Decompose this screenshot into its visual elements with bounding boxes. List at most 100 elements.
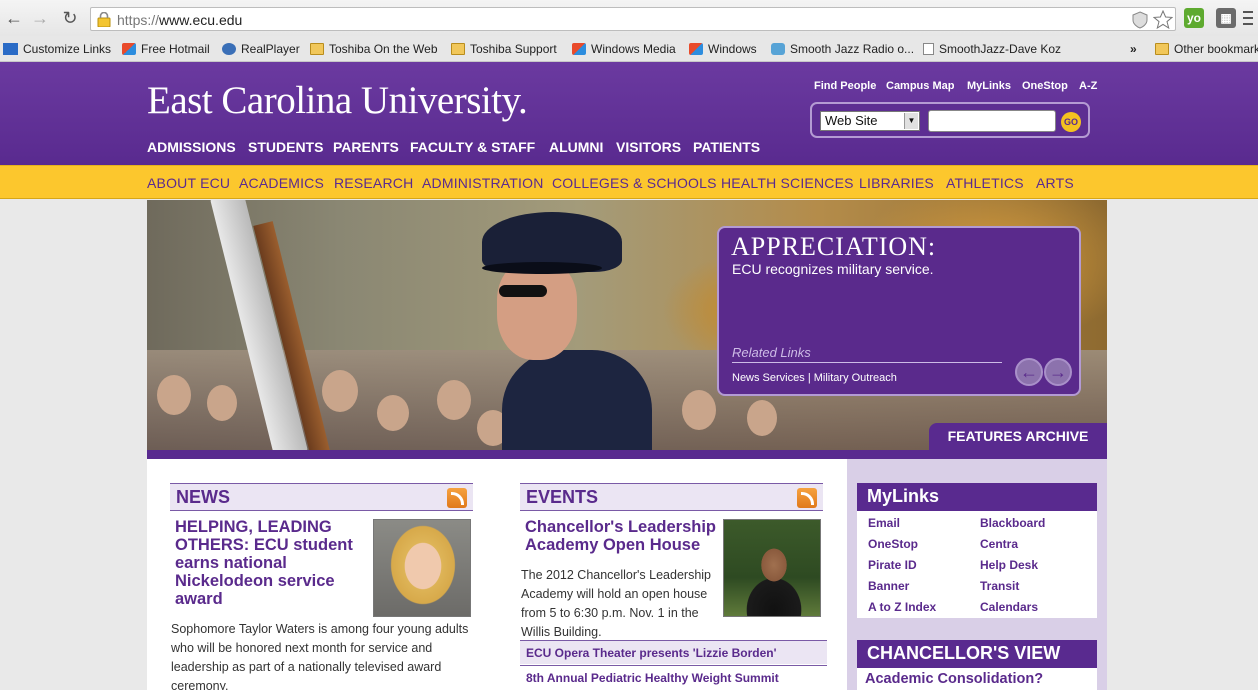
- reload-icon[interactable]: ↻: [60, 8, 80, 28]
- events-photo[interactable]: [723, 519, 821, 617]
- mylink-onestop[interactable]: OneStop: [868, 537, 918, 551]
- mylink-banner[interactable]: Banner: [868, 579, 909, 593]
- site-header: East Carolina University. ADMISSIONS STU…: [0, 62, 1258, 166]
- search-box: Web Site ▼ GO: [810, 102, 1090, 138]
- util-find-people[interactable]: Find People: [814, 80, 876, 92]
- bookmark-realplayer[interactable]: RealPlayer: [222, 40, 300, 58]
- nav-parents[interactable]: PARENTS: [333, 139, 399, 155]
- events-heading[interactable]: EVENTS: [526, 487, 598, 508]
- bookmark-toshiba-web[interactable]: Toshiba On the Web: [310, 40, 438, 58]
- nav-alumni[interactable]: ALUMNI: [549, 139, 603, 155]
- ie-icon: [572, 43, 586, 55]
- nav-about-ecu[interactable]: ABOUT ECU: [147, 175, 230, 191]
- bookmark-star-icon[interactable]: [1153, 10, 1173, 29]
- folder-icon: [1155, 43, 1169, 55]
- mylink-email[interactable]: Email: [868, 516, 900, 530]
- bookmark-windows-media[interactable]: Windows Media: [572, 40, 676, 58]
- bookmark-windows[interactable]: Windows: [689, 40, 757, 58]
- wrench-icon[interactable]: [1240, 9, 1256, 27]
- rss-icon[interactable]: [797, 488, 817, 508]
- nav-libraries[interactable]: LIBRARIES: [859, 175, 934, 191]
- util-onestop[interactable]: OneStop: [1022, 80, 1068, 92]
- url-text: https://www.ecu.edu: [117, 12, 243, 28]
- forward-arrow-icon[interactable]: →: [30, 8, 50, 28]
- bookmarks-overflow-chevron[interactable]: »: [1130, 40, 1137, 58]
- bookmark-other-bookmarks[interactable]: Other bookmarks: [1155, 40, 1258, 58]
- mylinks-panel: MyLinks Email OneStop Pirate ID Banner A…: [857, 483, 1097, 618]
- search-input[interactable]: [928, 110, 1056, 132]
- util-a-z[interactable]: A-Z: [1079, 80, 1097, 92]
- back-arrow-icon[interactable]: ←: [4, 8, 24, 28]
- mylink-transit[interactable]: Transit: [980, 579, 1019, 593]
- puzzle-extension-icon[interactable]: ▦: [1216, 8, 1236, 28]
- mylink-a-to-z-index[interactable]: A to Z Index: [868, 600, 936, 614]
- radio-icon: [771, 43, 785, 55]
- shield-icon[interactable]: [1132, 11, 1148, 29]
- nav-colleges-schools[interactable]: COLLEGES & SCHOOLS: [552, 175, 717, 191]
- search-scope-select[interactable]: Web Site ▼: [820, 111, 920, 131]
- lock-icon: [97, 12, 111, 27]
- address-bar[interactable]: https://www.ecu.edu: [90, 7, 1176, 31]
- nav-academics[interactable]: ACADEMICS: [239, 175, 324, 191]
- bookmark-toshiba-support[interactable]: Toshiba Support: [451, 40, 557, 58]
- rss-icon[interactable]: [447, 488, 467, 508]
- browser-toolbar: ← → ↻ https://www.ecu.edu yo ▦: [0, 0, 1258, 36]
- nav-patients[interactable]: PATIENTS: [693, 139, 760, 155]
- util-campus-map[interactable]: Campus Map: [886, 80, 954, 92]
- chevron-down-icon: ▼: [904, 113, 918, 129]
- mylink-pirate-id[interactable]: Pirate ID: [868, 558, 917, 572]
- news-body: Sophomore Taylor Waters is among four yo…: [171, 622, 469, 690]
- mylink-centra[interactable]: Centra: [980, 537, 1018, 551]
- feature-subtitle[interactable]: ECU recognizes military service.: [732, 261, 934, 277]
- bookmark-smooth-jazz-radio[interactable]: Smooth Jazz Radio o...: [771, 40, 914, 58]
- chancellors-view-heading[interactable]: CHANCELLOR'S VIEW: [857, 640, 1097, 668]
- bookmarks-bar: Customize Links Free Hotmail RealPlayer …: [0, 36, 1258, 62]
- related-links-label: Related Links: [732, 345, 811, 360]
- news-section-header: NEWS: [170, 483, 473, 511]
- folder-icon: [310, 43, 324, 55]
- feature-caption-box: APPRECIATION: ECU recognizes military se…: [717, 226, 1081, 396]
- features-archive-button[interactable]: FEATURES ARCHIVE: [929, 423, 1107, 450]
- nav-health-sciences[interactable]: HEALTH SCIENCES: [721, 175, 854, 191]
- nav-admissions[interactable]: ADMISSIONS: [147, 139, 236, 155]
- related-links: News Services | Military Outreach: [732, 372, 897, 384]
- mylink-blackboard[interactable]: Blackboard: [980, 516, 1045, 530]
- nav-administration[interactable]: ADMINISTRATION: [422, 175, 544, 191]
- yo-extension-icon[interactable]: yo: [1184, 8, 1204, 28]
- events-section-header: EVENTS: [520, 483, 823, 511]
- nav-visitors[interactable]: VISITORS: [616, 139, 681, 155]
- link-news-services[interactable]: News Services: [732, 372, 805, 384]
- news-heading[interactable]: NEWS: [176, 487, 230, 508]
- chancellors-view-teaser[interactable]: Academic Consolidation?: [865, 671, 1043, 687]
- page-icon: [923, 43, 934, 55]
- msn-icon: [3, 43, 18, 55]
- bookmark-customize-links[interactable]: Customize Links: [3, 40, 111, 58]
- ie-icon: [122, 43, 136, 55]
- mylink-help-desk[interactable]: Help Desk: [980, 558, 1038, 572]
- prev-arrow-icon[interactable]: ←: [1015, 358, 1043, 386]
- event-item[interactable]: ECU Opera Theater presents 'Lizzie Borde…: [520, 640, 827, 664]
- util-mylinks[interactable]: MyLinks: [967, 80, 1011, 92]
- bookmark-smoothjazz-dave-koz[interactable]: SmoothJazz-Dave Koz: [923, 40, 1061, 58]
- next-arrow-icon[interactable]: →: [1044, 358, 1072, 386]
- nav-research[interactable]: RESEARCH: [334, 175, 413, 191]
- nav-students[interactable]: STUDENTS: [248, 139, 323, 155]
- news-photo[interactable]: [373, 519, 471, 617]
- events-headline[interactable]: Chancellor's Leadership Academy Open Hou…: [525, 518, 717, 554]
- nav-athletics[interactable]: ATHLETICS: [946, 175, 1024, 191]
- ecu-logo[interactable]: East Carolina University.: [147, 78, 528, 123]
- news-headline[interactable]: HELPING, LEADING OTHERS: ECU student ear…: [175, 518, 367, 608]
- ie-icon: [689, 43, 703, 55]
- realplayer-icon: [222, 43, 236, 55]
- secondary-nav: ABOUT ECU ACADEMICS RESEARCH ADMINISTRAT…: [0, 165, 1258, 199]
- event-item[interactable]: 8th Annual Pediatric Healthy Weight Summ…: [520, 665, 827, 689]
- feature-title: APPRECIATION:: [731, 232, 937, 261]
- bookmark-free-hotmail[interactable]: Free Hotmail: [122, 40, 210, 58]
- nav-faculty-staff[interactable]: FACULTY & STAFF: [410, 139, 535, 155]
- chancellors-view-body: Academic Consolidation?: [857, 668, 1097, 690]
- nav-arts[interactable]: ARTS: [1036, 175, 1074, 191]
- search-go-button[interactable]: GO: [1061, 112, 1081, 132]
- mylink-calendars[interactable]: Calendars: [980, 600, 1038, 614]
- link-military-outreach[interactable]: Military Outreach: [814, 372, 897, 384]
- mylinks-heading: MyLinks: [857, 483, 1097, 511]
